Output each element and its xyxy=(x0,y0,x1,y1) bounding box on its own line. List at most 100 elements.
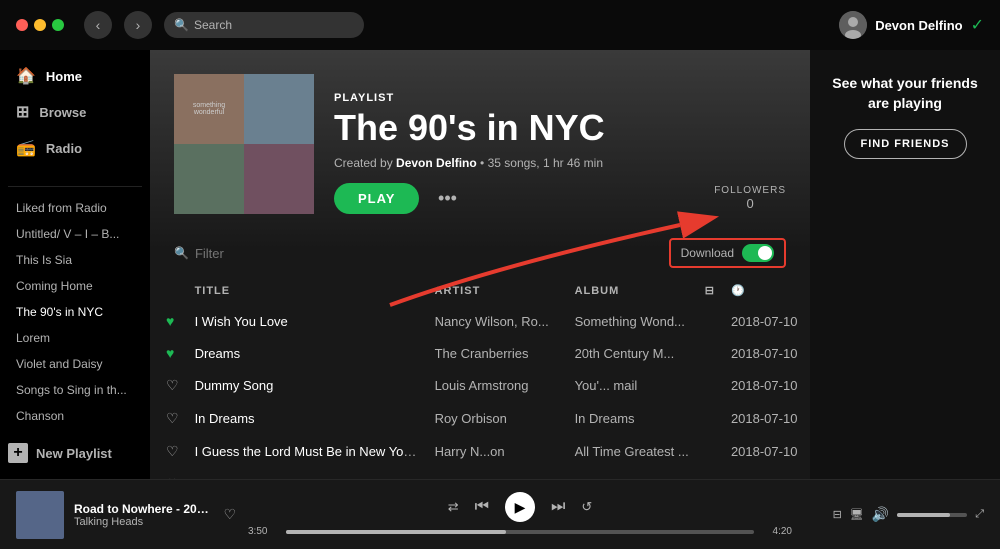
sidebar-item-90s-nyc[interactable]: The 90's in NYC xyxy=(8,299,142,325)
username: Devon Delfino xyxy=(875,18,962,33)
queue-button[interactable]: ⊟ xyxy=(833,508,842,521)
track-date: 2018-07-10 xyxy=(723,337,806,369)
forward-button[interactable]: › xyxy=(124,11,152,39)
track-date: 2018-07-10 xyxy=(723,369,806,402)
art-cell-3 xyxy=(174,144,244,214)
filter-input[interactable] xyxy=(195,246,371,261)
track-heart[interactable]: ♡ xyxy=(158,402,187,435)
volume-fill xyxy=(897,513,950,517)
bottom-player: Road to Nowhere - 2005 Rem... Talking He… xyxy=(0,479,1000,549)
sidebar-item-lorem[interactable]: Lorem xyxy=(8,325,142,351)
next-button[interactable]: ⏭ xyxy=(551,498,565,516)
sidebar-playlist-list: Liked from Radio Untitled/ V – I – B... … xyxy=(0,195,150,435)
track-heart[interactable]: ♡ xyxy=(158,435,187,468)
track-title: In Dreams xyxy=(187,402,427,435)
right-player-controls: ⊟ 🖥 🔊 ⤢ xyxy=(804,506,984,523)
track-heart[interactable]: ♥ xyxy=(158,337,187,369)
sidebar-divider xyxy=(8,186,142,187)
more-options-button[interactable]: ••• xyxy=(431,182,463,214)
track-heart[interactable]: ♡ xyxy=(158,468,187,479)
track-artist: Louis Armstrong xyxy=(427,369,567,402)
track-heart[interactable]: ♥ xyxy=(158,305,187,337)
track-album: All Time Greatest ... xyxy=(567,435,697,468)
sidebar-item-untitled[interactable]: Untitled/ V – I – B... xyxy=(8,221,142,247)
track-date: 2018-07-10 xyxy=(723,402,806,435)
sidebar-item-liked-radio[interactable]: Liked from Radio xyxy=(8,195,142,221)
back-button[interactable]: ‹ xyxy=(84,11,112,39)
playlist-info: PLAYLIST The 90's in NYC Created by Devo… xyxy=(334,92,786,214)
playlist-title: The 90's in NYC xyxy=(334,108,786,148)
track-star xyxy=(697,468,723,479)
verified-icon: ✓ xyxy=(971,15,984,35)
filter-wrap: 🔍 xyxy=(174,246,657,261)
close-button[interactable] xyxy=(16,19,28,31)
track-artist: Harry Nilsson xyxy=(427,468,567,479)
current-time: 3:50 xyxy=(248,526,278,537)
track-star xyxy=(697,435,723,468)
track-album: In Dreams xyxy=(567,402,697,435)
table-row[interactable]: ♡ Remember (Christmas) Harry Nilsson Son… xyxy=(158,468,810,479)
track-title: Dreams xyxy=(187,337,427,369)
sidebar-item-coming-home[interactable]: Coming Home xyxy=(8,273,142,299)
volume-button[interactable]: 🔊 xyxy=(872,506,889,523)
download-toggle[interactable] xyxy=(742,244,774,262)
sidebar-item-home[interactable]: 🏠 Home xyxy=(8,58,142,94)
fullscreen-button[interactable]: ⤢ xyxy=(975,508,984,521)
table-row[interactable]: ♥ Dreams The Cranberries 20th Century M.… xyxy=(158,337,810,369)
plus-icon: + xyxy=(8,443,28,463)
new-playlist-button[interactable]: + New Playlist xyxy=(0,435,150,471)
playlist-header: somethingwonderful PLAYLIST The 90's in … xyxy=(150,50,810,230)
col-header-icon1: ⊟ xyxy=(697,276,723,305)
now-playing-artist: Talking Heads xyxy=(74,516,209,528)
now-playing-heart[interactable]: ♡ xyxy=(223,506,236,523)
followers-section: FOLLOWERS 0 xyxy=(714,185,786,211)
track-album: 20th Century M... xyxy=(567,337,697,369)
sidebar-item-radio[interactable]: 📻 Radio xyxy=(8,130,142,166)
playlist-meta: Created by Devon Delfino • 35 songs, 1 h… xyxy=(334,156,786,170)
col-header-artist: ARTIST xyxy=(427,276,567,305)
main-container: 🏠 Home ⊞ Browse 📻 Radio Liked from Radio… xyxy=(0,50,1000,479)
play-pause-button[interactable]: ▶ xyxy=(505,492,535,522)
now-playing-title: Road to Nowhere - 2005 Rem... xyxy=(74,502,209,516)
volume-bar[interactable] xyxy=(897,513,967,517)
previous-button[interactable]: ⏮ xyxy=(475,498,489,516)
right-panel: See what your friends are playing FIND F… xyxy=(810,50,1000,479)
search-input[interactable] xyxy=(164,12,364,38)
toggle-knob xyxy=(758,246,772,260)
track-album: Son Of Schmilsson xyxy=(567,468,697,479)
track-star xyxy=(697,305,723,337)
table-row[interactable]: ♥ I Wish You Love Nancy Wilson, Ro... So… xyxy=(158,305,810,337)
track-album: You'... mail xyxy=(567,369,697,402)
maximize-button[interactable] xyxy=(52,19,64,31)
shuffle-button[interactable]: ⇄ xyxy=(448,499,459,515)
playlist-actions: PLAY ••• FOLLOWERS 0 xyxy=(334,182,786,214)
sidebar-item-this-is-sia[interactable]: This Is Sia xyxy=(8,247,142,273)
repeat-button[interactable]: ↺ xyxy=(581,499,592,515)
track-title: Dummy Song xyxy=(187,369,427,402)
play-button[interactable]: PLAY xyxy=(334,183,419,214)
minimize-button[interactable] xyxy=(34,19,46,31)
progress-bar-wrap: 3:50 4:20 xyxy=(248,526,792,537)
progress-bar[interactable] xyxy=(286,530,754,534)
table-row[interactable]: ♡ In Dreams Roy Orbison In Dreams 2018-0… xyxy=(158,402,810,435)
device-button[interactable]: 🖥 xyxy=(850,508,864,521)
sidebar-item-songs-sing[interactable]: Songs to Sing in th... xyxy=(8,377,142,403)
playlist-art: somethingwonderful xyxy=(174,74,314,214)
sidebar-item-violet-daisy[interactable]: Violet and Daisy xyxy=(8,351,142,377)
table-row[interactable]: ♡ Dummy Song Louis Armstrong You'... mai… xyxy=(158,369,810,402)
table-row[interactable]: ♡ I Guess the Lord Must Be in New York C… xyxy=(158,435,810,468)
track-album: Something Wond... xyxy=(567,305,697,337)
track-star xyxy=(697,402,723,435)
find-friends-button[interactable]: FIND FRIENDS xyxy=(844,129,967,159)
track-heart[interactable]: ♡ xyxy=(158,369,187,402)
now-playing: Road to Nowhere - 2005 Rem... Talking He… xyxy=(16,491,236,539)
download-box: Download xyxy=(669,238,786,268)
friends-title: See what your friends are playing xyxy=(826,74,984,113)
track-star xyxy=(697,337,723,369)
sidebar-item-browse[interactable]: ⊞ Browse xyxy=(8,94,142,130)
home-icon: 🏠 xyxy=(16,66,36,86)
track-table-header-row: TITLE ARTIST ALBUM ⊟ 🕐 🕐 xyxy=(158,276,810,305)
playlist-type-label: PLAYLIST xyxy=(334,92,786,104)
sidebar-item-chanson[interactable]: Chanson xyxy=(8,403,142,429)
sidebar: 🏠 Home ⊞ Browse 📻 Radio Liked from Radio… xyxy=(0,50,150,479)
